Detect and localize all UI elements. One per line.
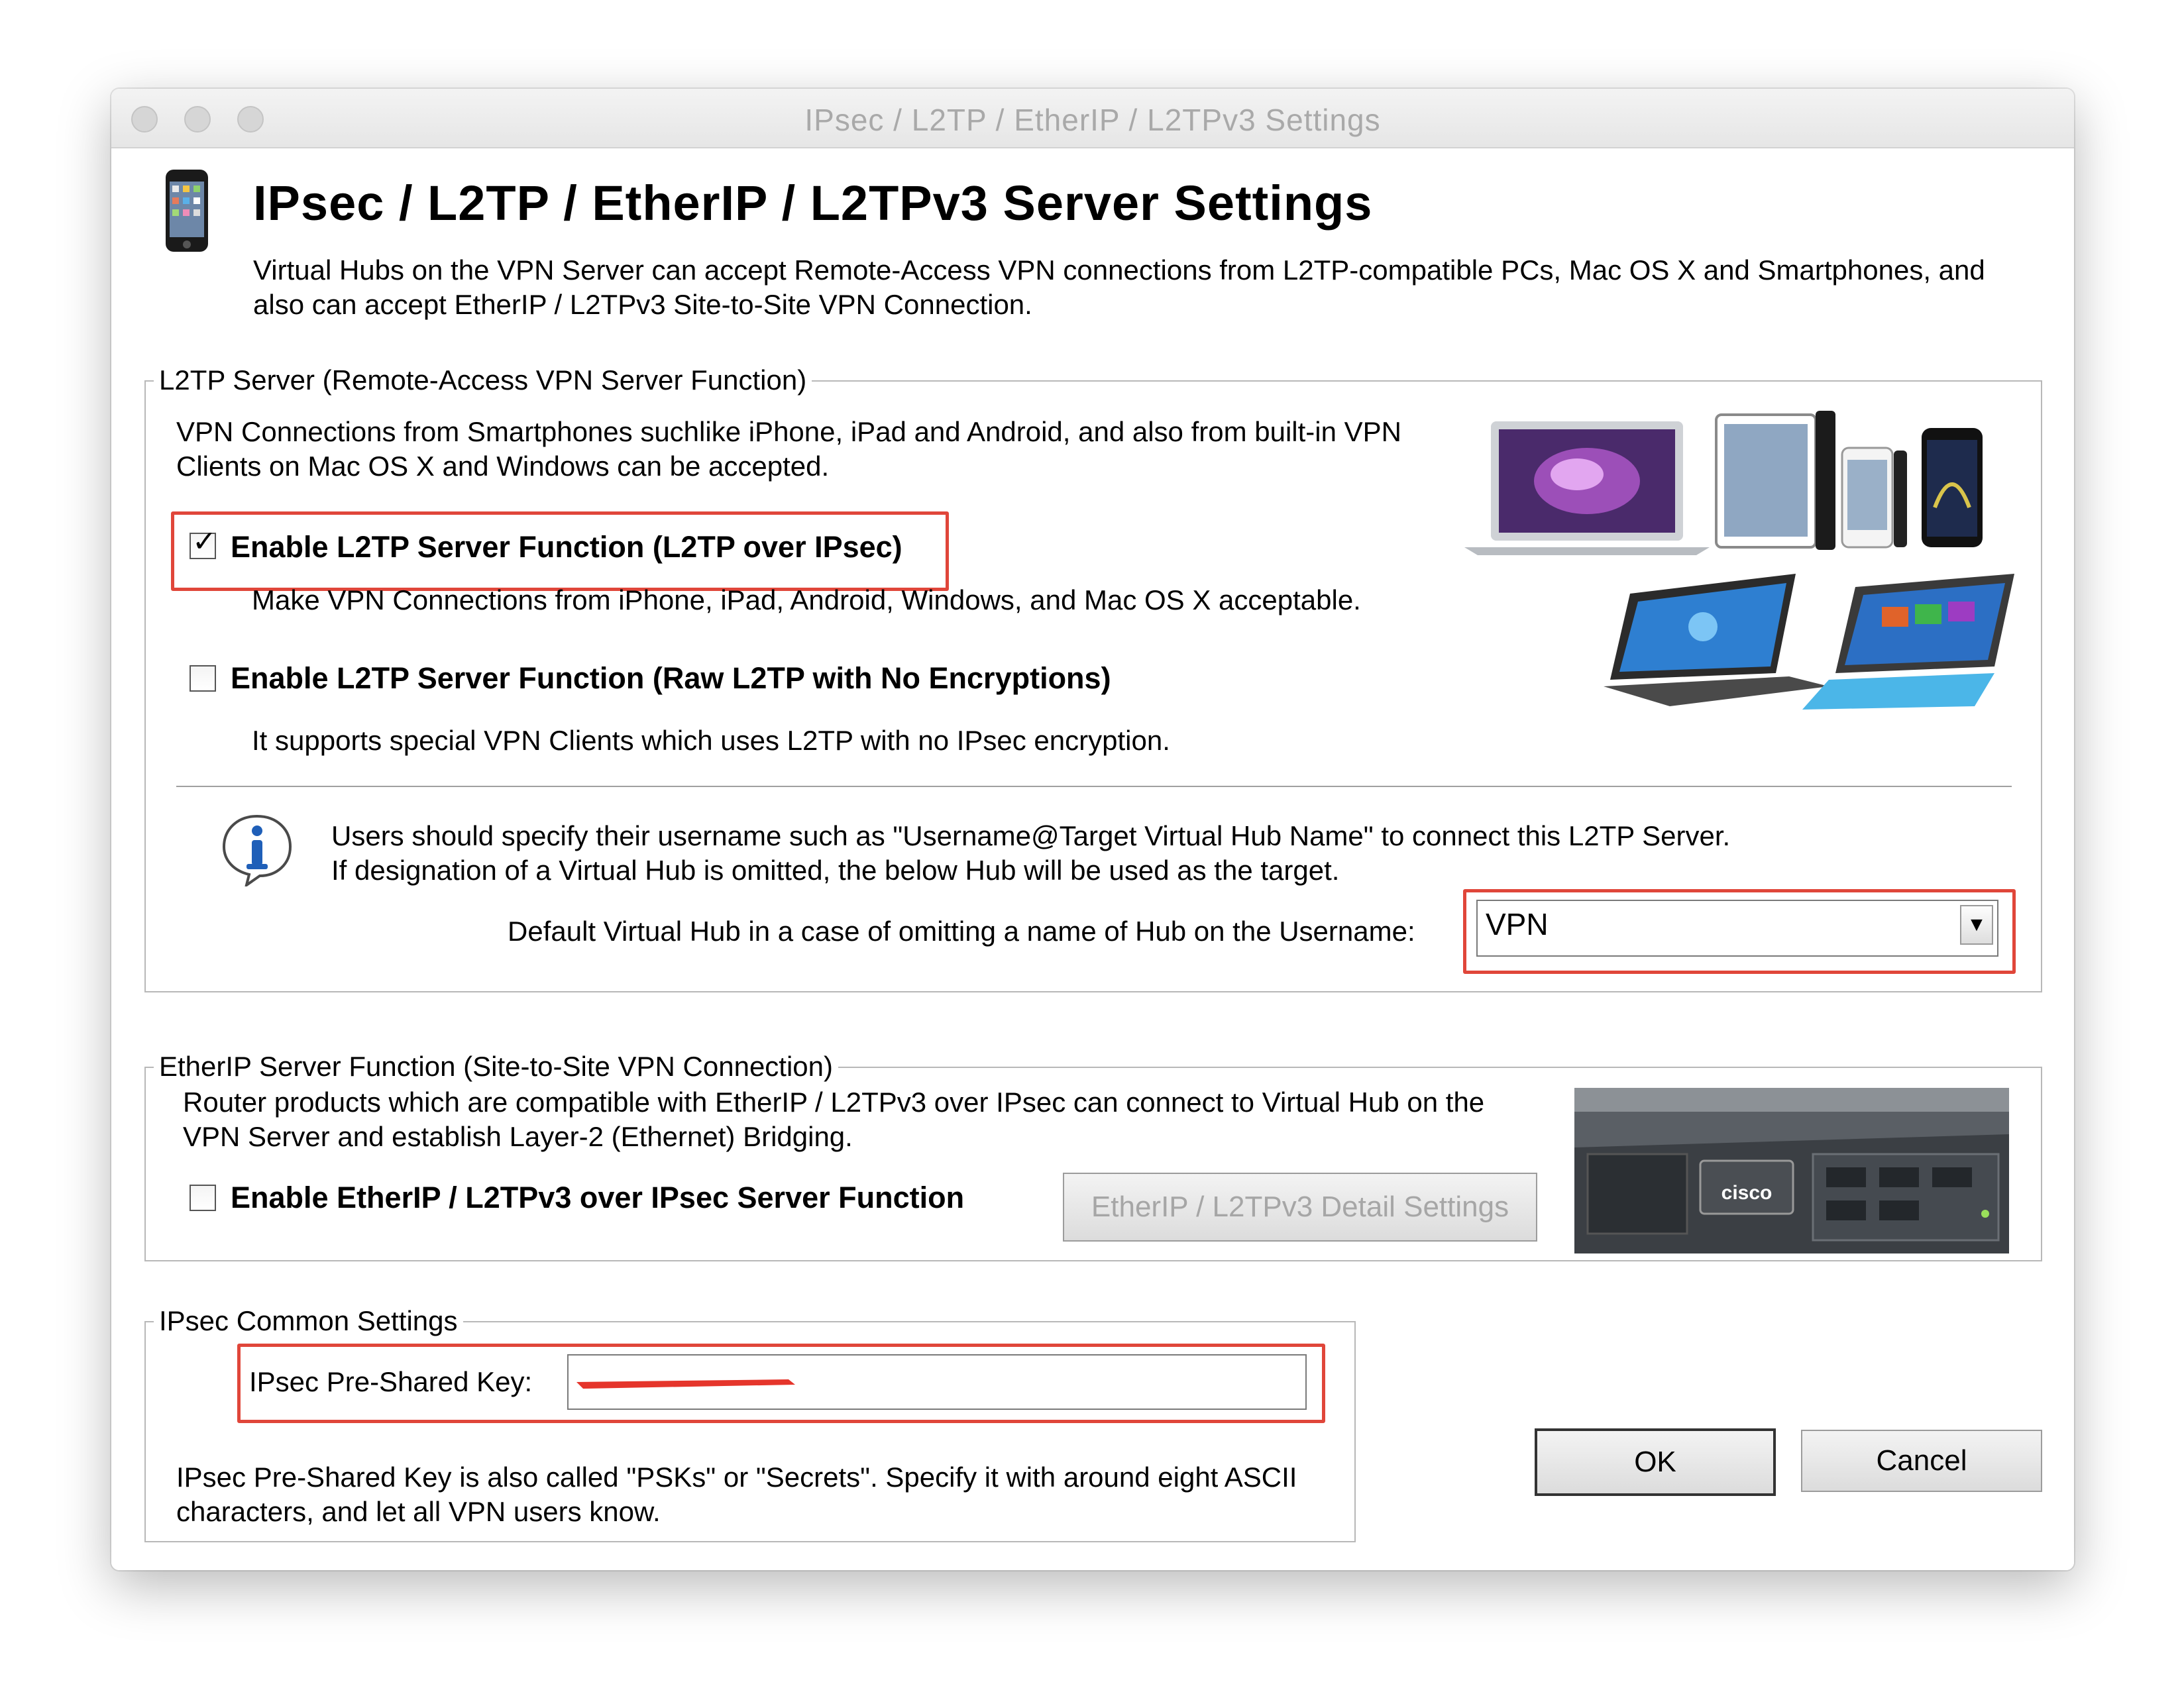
dialog-content: IPsec / L2TP / EtherIP / L2TPv3 Server S… [111, 148, 2074, 1570]
check-mark-icon: ✓ [192, 525, 217, 558]
l2tp-raw-checkbox[interactable] [190, 665, 216, 692]
default-hub-select-value: VPN [1486, 907, 1549, 941]
psk-label: IPsec Pre-Shared Key: [249, 1366, 533, 1397]
etherip-description-line: Router products which are compatible wit… [183, 1087, 1485, 1118]
info-text-line: If designation of a Virtual Hub is omitt… [331, 855, 1340, 886]
l2tp-raw-description: It supports special VPN Clients which us… [252, 725, 1170, 756]
settings-window: IPsec / L2TP / EtherIP / L2TPv3 Settings… [111, 89, 2074, 1570]
etherip-server-group: EtherIP Server Function (Site-to-Site VP… [144, 1048, 2042, 1261]
etherip-checkbox-label[interactable]: Enable EtherIP / L2TPv3 over IPsec Serve… [231, 1181, 964, 1215]
etherip-group-legend: EtherIP Server Function (Site-to-Site VP… [154, 1048, 839, 1085]
page-description-line: Virtual Hubs on the VPN Server can accep… [253, 254, 1985, 286]
etherip-checkbox[interactable] [190, 1185, 216, 1211]
etherip-detail-settings-button[interactable]: EtherIP / L2TPv3 Detail Settings [1063, 1173, 1537, 1242]
l2tp-intro-line: Clients on Mac OS X and Windows can be a… [176, 451, 830, 482]
l2tp-ipsec-checkbox-label[interactable]: Enable L2TP Server Function (L2TP over I… [231, 530, 902, 564]
l2tp-group-legend: L2TP Server (Remote-Access VPN Server Fu… [154, 362, 812, 399]
page-title: IPsec / L2TP / EtherIP / L2TPv3 Server S… [253, 176, 1373, 231]
devices-illustration [1464, 411, 2014, 710]
ipsec-group-legend: IPsec Common Settings [154, 1303, 463, 1340]
psk-input[interactable] [567, 1354, 1307, 1410]
l2tp-intro-line: VPN Connections from Smartphones suchlik… [176, 416, 1401, 447]
ipsec-common-group: IPsec Common Settings IPsec Pre-Shared K… [144, 1303, 1356, 1542]
l2tp-ipsec-checkbox[interactable]: ✓ [190, 527, 217, 559]
info-text-line: Users should specify their username such… [331, 820, 1731, 851]
etherip-description-line: VPN Server and establish Layer-2 (Ethern… [183, 1121, 853, 1152]
cancel-button[interactable]: Cancel [1801, 1430, 2042, 1492]
router-illustration: cisco [1574, 1088, 2009, 1253]
default-hub-select[interactable]: VPN ▼ [1476, 900, 1998, 957]
l2tp-separator [176, 786, 2012, 788]
ok-button[interactable]: OK [1535, 1428, 1776, 1496]
title-bar: IPsec / L2TP / EtherIP / L2TPv3 Settings [111, 89, 2074, 148]
l2tp-ipsec-description: Make VPN Connections from iPhone, iPad, … [252, 584, 1361, 615]
smartphone-icon [166, 170, 208, 252]
l2tp-server-group: L2TP Server (Remote-Access VPN Server Fu… [144, 362, 2042, 992]
default-hub-label: Default Virtual Hub in a case of omittin… [508, 916, 1415, 947]
psk-note-line: IPsec Pre-Shared Key is also called "PSK… [176, 1462, 1297, 1493]
info-icon [222, 814, 292, 886]
window-title: IPsec / L2TP / EtherIP / L2TPv3 Settings [804, 103, 1381, 137]
page-description: Virtual Hubs on the VPN Server can accep… [253, 253, 2074, 322]
page-description-line: also can accept EtherIP / L2TPv3 Site-to… [253, 289, 1032, 320]
l2tp-raw-checkbox-label[interactable]: Enable L2TP Server Function (Raw L2TP wi… [231, 661, 1111, 696]
cisco-logo-text: cisco [1721, 1182, 1773, 1204]
redaction-mark [576, 1379, 795, 1389]
chevron-down-icon[interactable]: ▼ [1960, 905, 1993, 945]
psk-note-line: characters, and let all VPN users know. [176, 1496, 661, 1527]
